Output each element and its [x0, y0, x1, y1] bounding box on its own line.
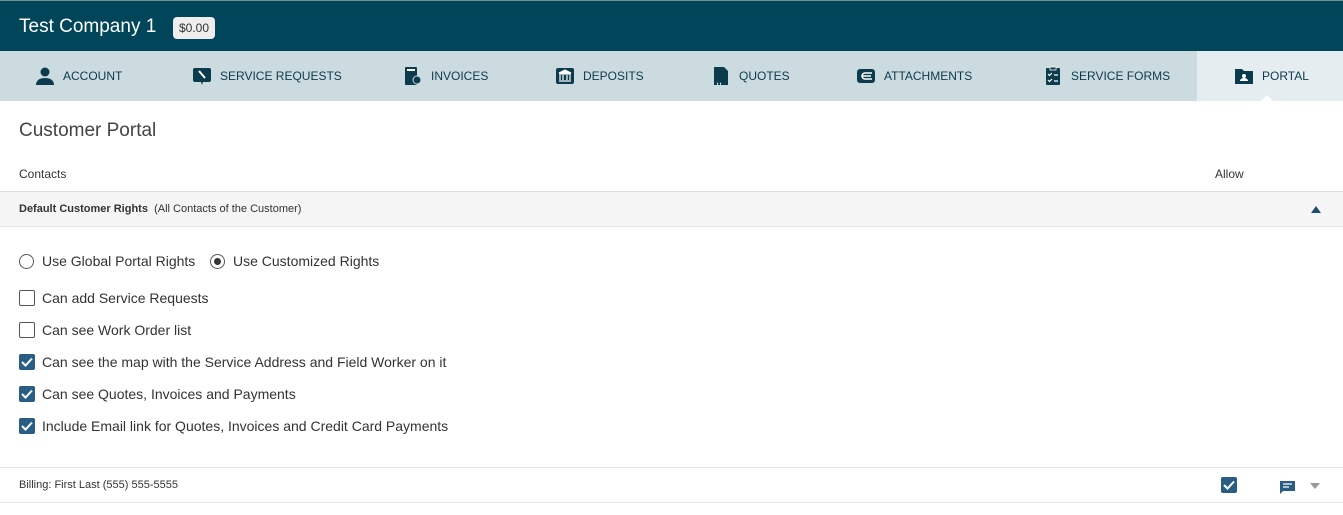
tab-quotes[interactable]: ,, QUOTES	[711, 51, 790, 101]
checkbox[interactable]	[19, 386, 35, 402]
contact-label: Billing: First Last (555) 555-5555	[19, 479, 178, 491]
tab-label: ATTACHMENTS	[884, 69, 973, 83]
right-checkbox-item[interactable]: Can see Work Order list	[19, 322, 191, 338]
radio-circle-selected[interactable]	[210, 253, 225, 269]
tab-bar: ACCOUNT SERVICE REQUESTS INVOICES DEPOSI…	[0, 51, 1343, 101]
tab-portal[interactable]: PORTAL	[1197, 51, 1343, 101]
radio-global-rights[interactable]: Use Global Portal Rights	[19, 253, 195, 269]
radio-customized-rights[interactable]: Use Customized Rights	[210, 253, 379, 269]
header-bar: Test Company 1 $0.00	[0, 0, 1343, 51]
tab-label: QUOTES	[739, 69, 790, 83]
checkbox[interactable]	[19, 418, 35, 434]
quote-icon: ,,	[714, 67, 728, 86]
tab-label: ACCOUNT	[63, 69, 123, 83]
company-title: Test Company 1	[19, 16, 157, 37]
collapse-caret-icon[interactable]	[1311, 206, 1321, 213]
tab-account[interactable]: ACCOUNT	[35, 51, 122, 101]
right-checkbox-item[interactable]: Can see the map with the Service Address…	[19, 354, 446, 370]
tab-deposits[interactable]: DEPOSITS	[555, 51, 644, 101]
checkbox-label: Can add Service Requests	[42, 290, 209, 306]
tab-attachments[interactable]: ATTACHMENTS	[856, 51, 972, 101]
radio-label: Use Customized Rights	[233, 253, 380, 269]
checkbox[interactable]	[19, 354, 35, 370]
tab-label: SERVICE REQUESTS	[220, 69, 342, 83]
expand-caret-icon[interactable]	[1310, 483, 1320, 489]
allow-column-header: Allow	[1215, 167, 1244, 181]
checkbox-label: Can see the map with the Service Address…	[42, 354, 447, 370]
right-checkbox-item[interactable]: Can add Service Requests	[19, 290, 209, 306]
comment-icon[interactable]	[1280, 480, 1295, 494]
attachment-icon	[857, 69, 875, 83]
radio-circle[interactable]	[19, 253, 34, 269]
radio-label: Use Global Portal Rights	[42, 253, 196, 269]
contacts-column-header: Contacts	[19, 167, 67, 181]
checkbox-label: Can see Work Order list	[42, 322, 192, 338]
tab-label: INVOICES	[431, 69, 489, 83]
checkbox[interactable]	[19, 290, 35, 306]
checkbox-label: Include Email link for Quotes, Invoices …	[42, 418, 449, 434]
balance-badge: $0.00	[173, 17, 216, 39]
bank-icon	[556, 68, 574, 84]
default-rights-section-header[interactable]: Default Customer Rights (All Contacts of…	[0, 191, 1343, 227]
contact-row: Billing: First Last (555) 555-5555	[0, 467, 1343, 503]
clipboard-icon	[1046, 66, 1060, 85]
tab-invoices[interactable]: INVOICES	[403, 51, 488, 101]
tab-label: SERVICE FORMS	[1071, 69, 1171, 83]
checkbox-label: Can see Quotes, Invoices and Payments	[42, 386, 296, 402]
section-subtitle: (All Contacts of the Customer)	[154, 203, 302, 215]
right-checkbox-item[interactable]: Include Email link for Quotes, Invoices …	[19, 418, 448, 434]
allow-checkbox[interactable]	[1221, 477, 1237, 493]
page-title: Customer Portal	[19, 120, 157, 141]
tab-service-requests[interactable]: SERVICE REQUESTS	[192, 51, 342, 101]
person-icon	[36, 67, 54, 85]
tab-label: DEPOSITS	[583, 69, 644, 83]
tab-service-forms[interactable]: SERVICE FORMS	[1043, 51, 1170, 101]
checkbox[interactable]	[19, 322, 35, 338]
wrench-icon	[193, 68, 211, 85]
portal-folder-icon	[1235, 69, 1253, 84]
svg-text:,,: ,,	[716, 75, 722, 86]
right-checkbox-item[interactable]: Can see Quotes, Invoices and Payments	[19, 386, 296, 402]
section-title: Default Customer Rights	[19, 203, 148, 215]
tab-label: PORTAL	[1262, 69, 1309, 83]
invoice-icon	[405, 67, 422, 85]
